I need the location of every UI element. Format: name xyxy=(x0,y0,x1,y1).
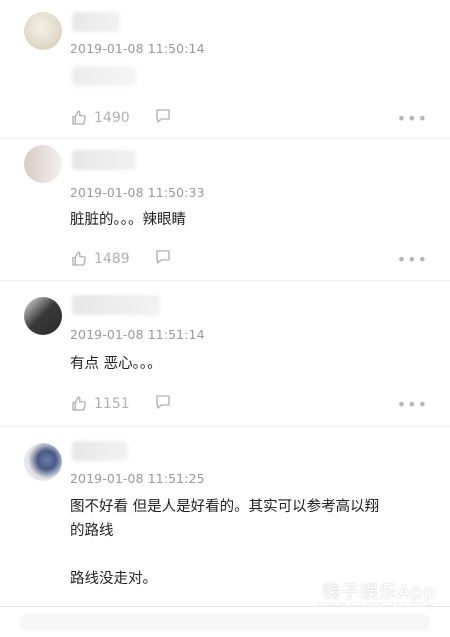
comment-input[interactable] xyxy=(20,613,430,631)
reply-button[interactable] xyxy=(154,107,172,129)
comment-text: 脏脏的。。。辣眼睛 xyxy=(70,212,186,228)
divider xyxy=(0,138,450,139)
footer-bar xyxy=(0,606,450,637)
like-button[interactable]: 1151 xyxy=(70,395,130,413)
comment-actions: 1151 ••• xyxy=(70,392,430,416)
username[interactable] xyxy=(72,150,136,170)
like-button[interactable]: 1490 xyxy=(70,109,130,127)
thumbs-up-icon xyxy=(70,109,88,127)
avatar[interactable] xyxy=(24,443,62,481)
more-icon[interactable]: ••• xyxy=(397,109,428,128)
comment-icon xyxy=(154,393,172,415)
like-count: 1490 xyxy=(94,110,130,126)
like-button[interactable]: 1489 xyxy=(70,250,130,268)
comment-text: 图不好看 但是人是好看的。其实可以参考高以翔 的路线 路线没走对。 xyxy=(70,499,380,587)
comment-time: 2019-01-08 11:51:14 xyxy=(70,327,205,342)
comment-text xyxy=(72,66,136,86)
avatar[interactable] xyxy=(24,297,62,335)
divider xyxy=(0,280,450,281)
thumbs-up-icon xyxy=(70,250,88,268)
thumbs-up-icon xyxy=(70,395,88,413)
comment-actions: 1489 ••• xyxy=(70,247,430,271)
more-icon[interactable]: ••• xyxy=(397,395,428,414)
comment-time: 2019-01-08 11:50:14 xyxy=(70,41,205,56)
avatar[interactable] xyxy=(24,145,62,183)
username[interactable] xyxy=(72,441,128,461)
like-count: 1151 xyxy=(94,396,130,412)
divider xyxy=(0,426,450,427)
more-icon[interactable]: ••• xyxy=(397,250,428,269)
reply-button[interactable] xyxy=(154,393,172,415)
comment-time: 2019-01-08 11:51:25 xyxy=(70,471,205,486)
comment-icon xyxy=(154,248,172,270)
comment-actions: 1490 ••• xyxy=(70,106,430,130)
comment-text: 有点 恶心。。。 xyxy=(70,356,162,372)
reply-button[interactable] xyxy=(154,248,172,270)
comment-time: 2019-01-08 11:50:33 xyxy=(70,185,205,200)
comment-icon xyxy=(154,107,172,129)
username[interactable] xyxy=(72,12,120,32)
avatar[interactable] xyxy=(24,12,62,50)
like-count: 1489 xyxy=(94,251,130,267)
username[interactable] xyxy=(72,295,160,315)
